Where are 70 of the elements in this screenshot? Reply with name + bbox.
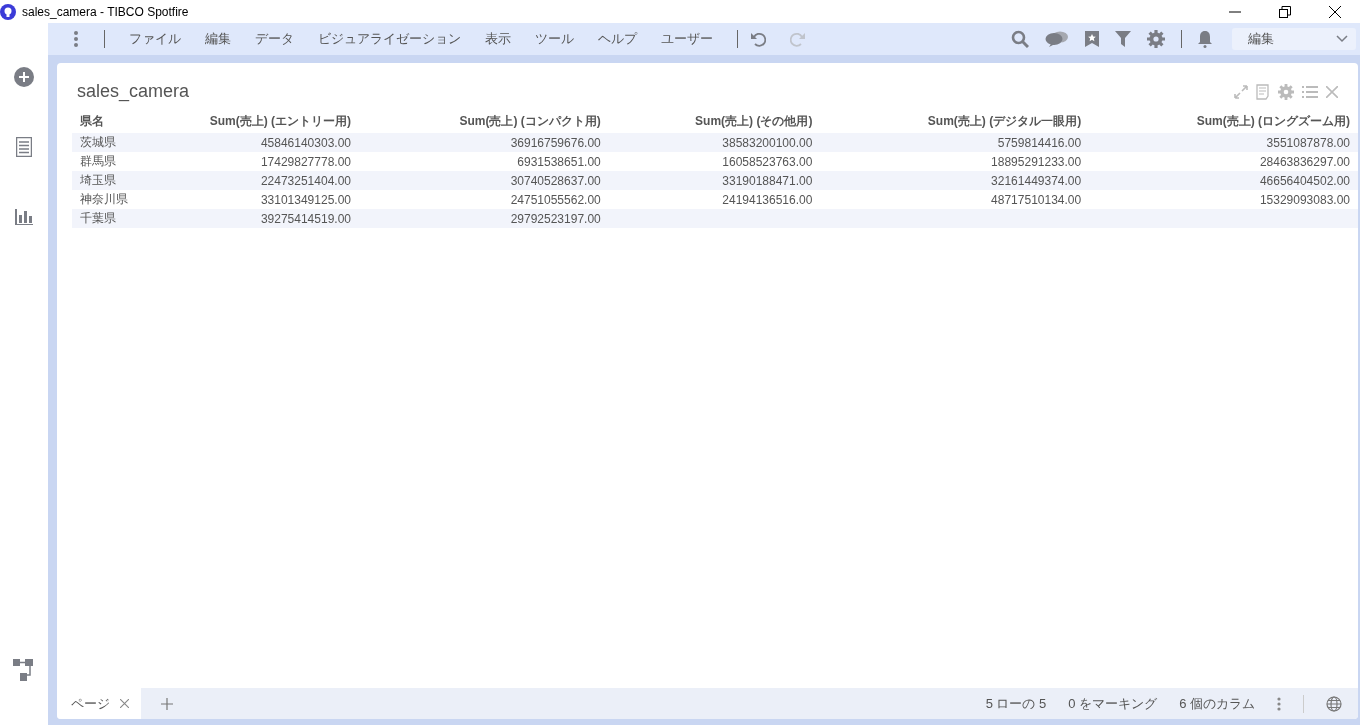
chat-bubbles-icon[interactable] [1045,31,1069,47]
more-options-icon[interactable] [1277,696,1281,711]
restore-icon[interactable] [1279,5,1291,18]
column-header: Sum(売上) (デジタル一眼用) [820,110,1090,133]
table-cell: 45846140303.00 [178,133,359,152]
settings-icon[interactable] [1278,83,1294,100]
column-header: Sum(売上) (ロングズーム用) [1089,110,1358,133]
menu-item[interactable]: ビジュアライゼーション [306,26,473,52]
more-options-icon[interactable] [74,31,78,47]
table-cell: 32161449374.00 [820,171,1090,190]
table-cell: 群馬県 [72,152,178,171]
mode-dropdown[interactable]: 編集 [1232,28,1356,50]
table-cell: 24751055562.00 [359,190,609,209]
hierarchy-icon[interactable] [13,659,35,681]
table-cell: 30740528637.00 [359,171,609,190]
table-cell: 28463836297.00 [1089,152,1358,171]
table-cell: 16058523763.00 [608,152,821,171]
table-cell: 6931538651.00 [359,152,609,171]
table-cell: 17429827778.00 [178,152,359,171]
table-cell: 神奈川県 [72,190,178,209]
table-cell: 39275414519.00 [178,209,359,228]
column-header: Sum(売上) (エントリー用) [178,110,359,133]
table-cell: 埼玉県 [72,171,178,190]
notification-bell-icon[interactable] [1198,30,1212,48]
status-text: 6 個のカラム [1179,694,1255,713]
list-icon[interactable] [1302,85,1318,98]
table-cell: 33190188471.00 [608,171,821,190]
status-text: 5 ローの 5 [985,694,1047,713]
filter-icon[interactable] [1115,31,1131,47]
settings-icon[interactable] [1147,30,1165,48]
menu-item[interactable]: データ [243,26,306,52]
menu-item[interactable]: ファイル [117,26,193,52]
expand-icon[interactable] [1234,84,1248,99]
menu-item[interactable]: 編集 [193,26,243,52]
page-tab[interactable]: ページ [57,688,141,719]
column-header: Sum(売上) (コンパクト用) [359,110,609,133]
table-cell: 茨城県 [72,133,178,152]
table-cell: 5759814416.00 [820,133,1090,152]
table-cell: 36916759676.00 [359,133,609,152]
visualization-title: sales_camera [77,81,190,102]
table-cell: 38583200100.00 [608,133,821,152]
window-title: sales_camera - TIBCO Spotfire [22,4,189,19]
table-cell: 22473251404.00 [178,171,359,190]
bookmark-star-icon[interactable] [1085,31,1099,47]
add-page-icon[interactable] [161,697,173,710]
table-cell: 48717510134.00 [820,190,1090,209]
table-cell: 千葉県 [72,209,178,228]
menu-item[interactable]: ユーザー [649,26,725,52]
menu-item[interactable]: 表示 [473,26,523,52]
document-icon[interactable] [1256,83,1270,100]
column-header: 県名 [72,110,178,133]
menu-item[interactable]: ヘルプ [586,26,649,52]
globe-icon[interactable] [1326,695,1342,712]
close-icon[interactable] [1329,5,1341,18]
table-cell: 15329093083.00 [1089,190,1358,209]
table-cell: 3551087878.00 [1089,133,1358,152]
table-cell: 46656404502.00 [1089,171,1358,190]
search-icon[interactable] [1011,30,1029,48]
menu-item[interactable]: ツール [523,26,586,52]
chevron-down-icon [1336,35,1348,43]
list-icon[interactable] [16,137,32,157]
table-cell: 33101349125.00 [178,190,359,209]
table-cell: 18895291233.00 [820,152,1090,171]
undo-icon[interactable] [750,31,766,47]
bar-chart-icon[interactable] [15,207,33,225]
table-cell: 24194136516.00 [608,190,821,209]
add-icon[interactable] [14,67,34,87]
column-header: Sum(売上) (その他用) [608,110,821,133]
table-cell: 29792523197.00 [359,209,609,228]
status-text: 0 をマーキング [1068,694,1158,713]
